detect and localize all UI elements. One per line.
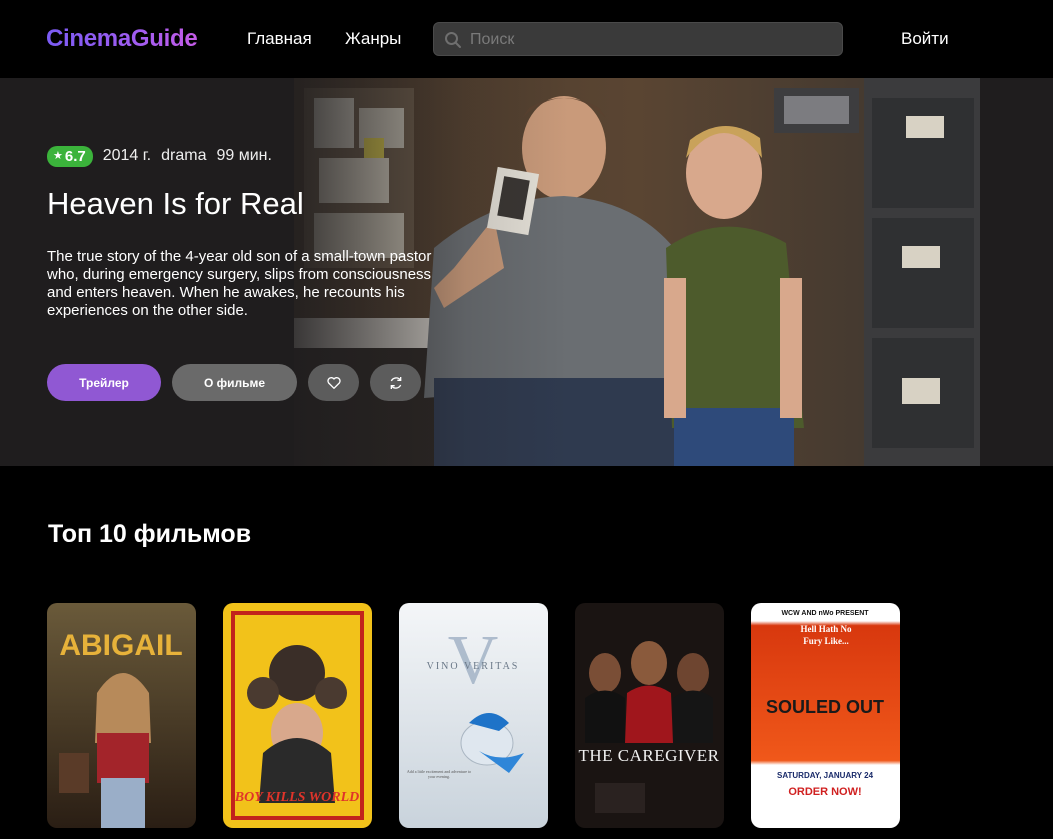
poster-date: SATURDAY, JANUARY 24 [777,771,874,780]
logo[interactable]: CinemaGuide [46,25,198,53]
heart-icon [326,376,341,389]
poster-card[interactable]: V VINO VERITAS Add a little excitement a… [399,603,548,828]
poster-card[interactable]: THE CAREGIVER [575,603,724,828]
hero-banner: ★ 6.7 2014 г. drama 99 мин. Heaven Is fo… [0,78,1053,466]
movie-duration: 99 мин. [216,147,272,164]
movie-genre: drama [161,147,207,164]
rating-value: 6.7 [64,147,86,165]
search-input[interactable] [468,23,832,57]
movie-meta: ★ 6.7 2014 г. drama 99 мин. [47,145,272,167]
about-movie-button[interactable]: О фильме [172,364,297,401]
poster-card[interactable]: WCW AND nWo PRESENT Hell Hath No Fury Li… [751,603,900,828]
poster-caregiver-image: THE CAREGIVER [575,603,724,828]
top10-title: Топ 10 фильмов [48,520,252,548]
poster-abigail-image: ABIGAIL [47,603,196,828]
poster-title: THE CAREGIVER [578,746,719,765]
refresh-button[interactable] [370,364,421,401]
hero-right-band [980,78,1053,466]
star-icon: ★ [53,149,63,162]
movie-title: Heaven Is for Real [47,186,304,221]
poster-tagline: Hell Hath No Fury Like... [800,624,852,646]
nav-home[interactable]: Главная [247,29,312,49]
poster-boy-kills-world-image: BOY KILLS WORLD [223,603,372,828]
search-box[interactable] [433,22,843,57]
poster-top-line: WCW AND nWo PRESENT [781,610,869,617]
refresh-icon [390,376,401,389]
poster-title: BOY KILLS WORLD [234,790,359,805]
poster-title: VINO VERITAS [427,661,520,672]
search-icon [445,32,461,48]
header: CinemaGuide Главная Жанры Войти [0,0,1053,78]
poster-title: ABIGAIL [59,629,182,662]
favorite-button[interactable] [308,364,359,401]
movie-description: The true story of the 4-year old son of … [47,248,432,319]
poster-card[interactable]: BOY KILLS WORLD [223,603,372,828]
rating-badge: ★ 6.7 [47,145,93,167]
login-link[interactable]: Войти [901,29,949,49]
poster-souled-out-image: WCW AND nWo PRESENT Hell Hath No Fury Li… [751,603,900,828]
poster-vino-veritas-image: V VINO VERITAS Add a little excitement a… [399,603,548,828]
nav-genres[interactable]: Жанры [345,29,401,49]
trailer-button[interactable]: Трейлер [47,364,161,401]
poster-caption: Add a little excitement and adventure to… [406,769,472,779]
poster-card[interactable]: ABIGAIL [47,603,196,828]
poster-title: SOULED OUT [766,697,884,717]
poster-cta: ORDER NOW! [788,786,861,798]
movie-year: 2014 г. [102,147,152,164]
